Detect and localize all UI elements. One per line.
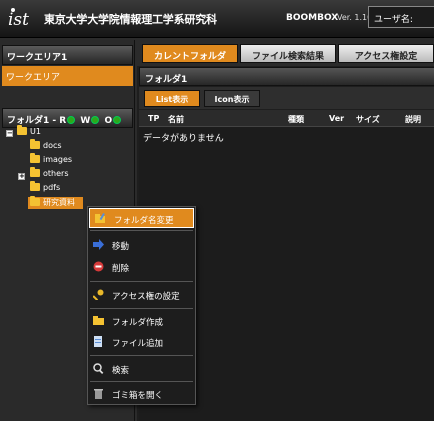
- menu-item-label: 移動: [112, 242, 130, 252]
- user-field[interactable]: ユーザ名:: [368, 6, 434, 28]
- column-header[interactable]: Ver: [329, 114, 344, 123]
- tab-access-settings[interactable]: アクセス権設定: [338, 44, 434, 63]
- folder-icon: [17, 125, 27, 135]
- menu-separator: [90, 381, 193, 382]
- tabs-bar: カレントフォルダ ファイル検索結果 アクセス権設定: [137, 40, 434, 66]
- perm-o-dot-icon: [113, 116, 122, 124]
- folder-icon: [30, 196, 40, 206]
- folder-title: フォルダ1: [139, 67, 434, 86]
- menu-item-label: フォルダ作成: [112, 318, 164, 328]
- menu-item-label: フォルダ名変更: [114, 216, 174, 226]
- context-menu: フォルダ名変更 移動 削除 アクセス権の設定 フォルダ作成 ファイル追加 検索 …: [87, 206, 196, 405]
- menu-item-search[interactable]: 検索: [88, 359, 195, 379]
- view-tabs-bar: List表示 Icon表示: [139, 87, 434, 109]
- perm-r-dot-icon: [67, 116, 76, 124]
- menu-item-open-trash[interactable]: ゴミ箱を開く: [88, 384, 195, 404]
- tree-item-label: 研究資料: [43, 198, 75, 207]
- tree-item-label: pdfs: [43, 183, 61, 192]
- menu-item-add-file[interactable]: ファイル追加: [88, 332, 195, 352]
- workarea-item[interactable]: ワークエリア: [2, 66, 133, 86]
- menu-separator: [90, 281, 193, 282]
- ist-logo: ist: [8, 8, 29, 30]
- school-name: 東京大学大学院情報理工学系研究科: [44, 13, 217, 26]
- column-header[interactable]: サイズ: [356, 114, 380, 125]
- tree-item-label: docs: [43, 141, 62, 150]
- menu-separator: [90, 230, 193, 231]
- folder-icon: [30, 139, 40, 149]
- tree-item-label: others: [43, 169, 69, 178]
- tree-item-docs[interactable]: docs: [30, 139, 62, 153]
- app-name: BOOMBOX: [286, 13, 339, 23]
- tree-item-research[interactable]: 研究資料: [30, 196, 75, 209]
- menu-separator: [90, 355, 193, 356]
- tree-item-pdfs[interactable]: pdfs: [30, 181, 61, 195]
- column-header[interactable]: TP: [148, 114, 159, 123]
- trash-icon: [94, 389, 103, 399]
- column-header[interactable]: 名前: [168, 114, 184, 125]
- menu-separator: [90, 308, 193, 309]
- magnifier-icon: [93, 363, 104, 374]
- menu-item-create-folder[interactable]: フォルダ作成: [88, 311, 195, 331]
- svg-text:ist: ist: [8, 10, 29, 30]
- folder-icon: [30, 181, 40, 191]
- perm-o-label: O: [104, 116, 113, 126]
- folder-icon: [30, 153, 40, 163]
- folder-icon: [93, 316, 104, 325]
- menu-item-label: 検索: [112, 366, 130, 376]
- column-header[interactable]: 種類: [288, 114, 304, 125]
- tree-item-images[interactable]: images: [30, 153, 73, 167]
- tree-item-root[interactable]: U1: [17, 125, 41, 139]
- tab-list-view[interactable]: List表示: [144, 90, 200, 107]
- perm-r-label: R: [59, 116, 67, 126]
- menu-item-label: ファイル追加: [112, 339, 164, 349]
- tree-item-others[interactable]: others: [30, 167, 69, 181]
- menu-item-move[interactable]: 移動: [88, 235, 195, 255]
- menu-item-rename-folder[interactable]: フォルダ名変更: [89, 208, 194, 228]
- tree-item-label: U1: [30, 127, 41, 136]
- menu-item-label: 削除: [112, 264, 130, 274]
- folder-rename-icon: [95, 213, 105, 223]
- folder-icon: [30, 167, 40, 177]
- folder-heading-label: フォルダ1 -: [7, 116, 57, 126]
- tab-file-search[interactable]: ファイル検索結果: [240, 44, 336, 63]
- tree-expand-icon[interactable]: +: [18, 173, 25, 180]
- tab-current-folder[interactable]: カレントフォルダ: [142, 44, 238, 63]
- tree-item-label: images: [43, 155, 73, 164]
- file-add-icon: [94, 336, 102, 347]
- tree-collapse-icon[interactable]: −: [6, 130, 13, 137]
- move-arrow-icon: [93, 239, 104, 250]
- app-version: Ver. 1.10: [337, 13, 373, 22]
- menu-item-delete[interactable]: 削除: [88, 257, 195, 277]
- menu-item-access-settings[interactable]: アクセス権の設定: [88, 285, 195, 305]
- empty-message: データがありません: [143, 134, 224, 144]
- column-header[interactable]: 説明: [405, 114, 421, 125]
- table-header: TP 名前 種類 Ver サイズ 説明: [139, 110, 434, 127]
- app-header: ist 東京大学大学院情報理工学系研究科 BOOMBOX Ver. 1.10 ユ…: [0, 0, 434, 38]
- menu-item-label: ゴミ箱を開く: [112, 391, 164, 401]
- perm-w-label: W: [80, 116, 91, 126]
- menu-item-label: アクセス権の設定: [112, 292, 180, 302]
- delete-icon: [93, 261, 104, 272]
- tab-icon-view[interactable]: Icon表示: [204, 90, 260, 107]
- workarea-heading: ワークエリア1: [2, 45, 133, 65]
- key-icon: [93, 289, 104, 300]
- perm-w-dot-icon: [91, 116, 100, 124]
- user-label: ユーザ名:: [374, 15, 413, 25]
